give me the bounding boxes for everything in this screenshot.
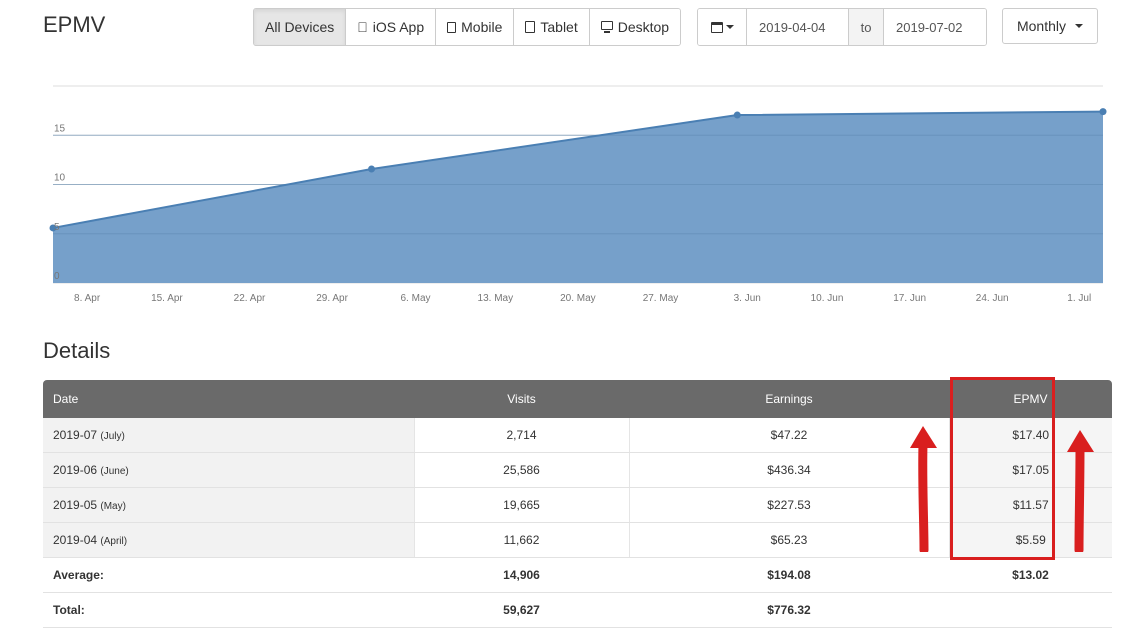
y-tick-label: 10	[54, 173, 66, 184]
data-point[interactable]	[368, 165, 376, 173]
desktop-label: Desktop	[607, 19, 669, 35]
tablet-button[interactable]: Tablet	[514, 9, 590, 45]
x-tick-label: 17. Jun	[893, 293, 926, 304]
x-tick-label: 20. May	[560, 293, 596, 304]
x-tick-label: 24. Jun	[976, 293, 1009, 304]
mobile-button[interactable]: Mobile	[436, 9, 515, 45]
row-date: 2019-05 (May)	[43, 487, 414, 523]
x-tick-label: 8. Apr	[74, 293, 101, 304]
row-epmv: $17.05	[948, 452, 1112, 488]
y-tick-label: 5	[54, 222, 60, 233]
x-tick-label: 6. May	[401, 293, 431, 304]
row-epmv: $11.57	[948, 487, 1112, 523]
calendar-icon	[710, 21, 723, 33]
mobile-label: Mobile	[450, 19, 502, 35]
column-header-date[interactable]: Date	[43, 380, 414, 418]
data-point[interactable]	[1099, 108, 1107, 116]
area-fill	[53, 111, 1103, 283]
details-title: Details	[43, 338, 111, 363]
data-point[interactable]	[733, 111, 741, 119]
total-earnings: $776.32	[629, 592, 949, 628]
apple-icon: 	[357, 20, 368, 34]
total-label: Total:	[43, 592, 414, 628]
y-tick-label: 0	[54, 271, 60, 282]
x-tick-label: 27. May	[643, 293, 679, 304]
details-table: Date Visits Earnings EPMV 2019-07 (July)…	[43, 380, 1112, 628]
desktop-icon	[600, 21, 613, 33]
mobile-icon	[447, 21, 457, 33]
table-row: 2019-07 (July) 2,714 $47.22 $17.40	[43, 418, 1112, 453]
row-earnings: $65.23	[628, 522, 949, 558]
date-to-input[interactable]	[884, 9, 986, 45]
calendar-dropdown-button[interactable]	[698, 9, 747, 45]
caret-down-icon	[1075, 24, 1084, 28]
date-from-input[interactable]	[747, 9, 849, 45]
column-header-visits[interactable]: Visits	[414, 380, 629, 418]
row-epmv: $5.59	[948, 522, 1112, 558]
date-range-picker: to	[697, 8, 987, 46]
row-date: 2019-04 (April)	[43, 522, 414, 558]
column-header-epmv[interactable]: EPMV	[949, 380, 1112, 418]
total-visits: 59,627	[414, 592, 629, 628]
row-earnings: $436.34	[628, 452, 949, 488]
device-filter-group: All Devices  iOS App Mobile Tablet Desk…	[253, 8, 682, 46]
total-epmv	[949, 592, 1112, 628]
y-tick-label: 15	[54, 123, 66, 134]
x-tick-label: 10. Jun	[811, 293, 844, 304]
epmv-area-chart: 0 5 10 15 8. Apr 15. Apr 22. Apr 29. Apr 6. May 1…	[49, 85, 1107, 304]
period-select-value: Monthly	[1016, 18, 1067, 34]
row-epmv: $17.40	[948, 418, 1112, 453]
row-earnings: $227.53	[628, 487, 949, 523]
average-label: Average:	[43, 557, 414, 593]
row-date: 2019-07 (July)	[43, 418, 414, 453]
row-visits: 2,714	[413, 418, 629, 453]
table-header-row: Date Visits Earnings EPMV	[43, 380, 1112, 418]
caret-down-icon	[725, 25, 734, 29]
desktop-button[interactable]: Desktop	[589, 9, 681, 45]
all-devices-button[interactable]: All Devices	[254, 9, 347, 45]
row-visits: 11,662	[413, 522, 629, 558]
table-row: 2019-06 (June) 25,586 $436.34 $17.05	[43, 452, 1112, 488]
x-tick-label: 22. Apr	[234, 293, 266, 304]
ios-app-label: iOS App	[362, 19, 424, 35]
average-visits: 14,906	[414, 557, 629, 593]
column-header-earnings[interactable]: Earnings	[629, 380, 949, 418]
row-date: 2019-06 (June)	[43, 452, 414, 488]
table-row: 2019-05 (May) 19,665 $227.53 $11.57	[43, 487, 1112, 523]
page-title: EPMV	[43, 12, 106, 37]
average-epmv: $13.02	[949, 557, 1112, 593]
period-select[interactable]: Monthly	[1002, 8, 1098, 44]
date-to-label: to	[849, 9, 884, 45]
ios-app-button[interactable]:  iOS App	[346, 9, 437, 45]
row-visits: 19,665	[413, 487, 629, 523]
tablet-icon	[525, 21, 536, 33]
x-tick-label: 15. Apr	[151, 293, 183, 304]
row-earnings: $47.22	[628, 418, 949, 453]
all-devices-label: All Devices	[265, 19, 335, 35]
average-row: Average: 14,906 $194.08 $13.02	[43, 557, 1112, 593]
table-row: 2019-04 (April) 11,662 $65.23 $5.59	[43, 522, 1112, 558]
total-row: Total: 59,627 $776.32	[43, 592, 1112, 628]
x-tick-label: 3. Jun	[734, 293, 761, 304]
x-tick-label: 13. May	[478, 293, 514, 304]
x-tick-label: 1. Jul	[1067, 293, 1091, 304]
average-earnings: $194.08	[629, 557, 949, 593]
epmv-chart: 0 5 10 15 8. Apr 15. Apr 22. Apr 29. Apr 6. May 1…	[0, 70, 1127, 315]
tablet-label: Tablet	[529, 19, 577, 35]
x-tick-label: 29. Apr	[316, 293, 348, 304]
row-visits: 25,586	[413, 452, 629, 488]
